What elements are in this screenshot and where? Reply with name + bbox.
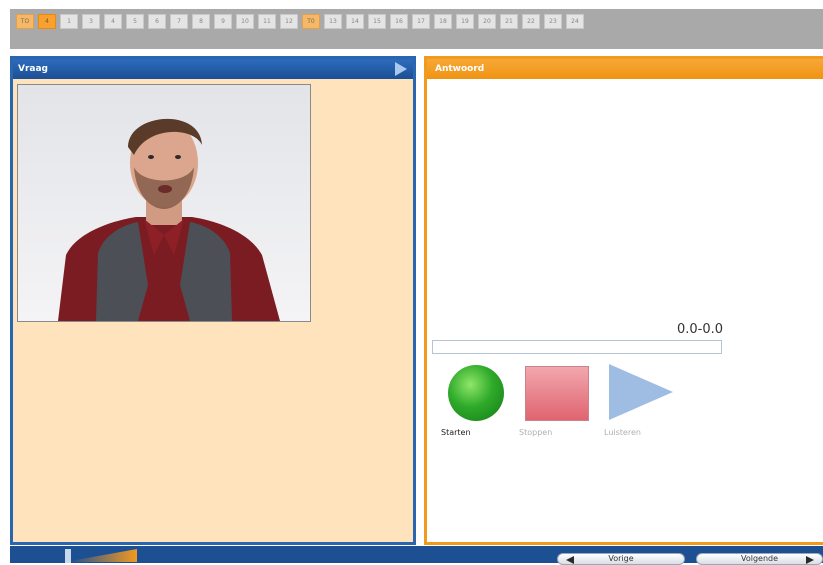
- question-tab[interactable]: T0: [302, 14, 320, 29]
- stop-label: Stoppen: [519, 428, 553, 437]
- next-button[interactable]: Volgende: [696, 553, 823, 565]
- answer-panel-title: Antwoord: [435, 64, 485, 74]
- question-panel-title: Vraag: [18, 64, 48, 74]
- question-tab[interactable]: 4: [104, 14, 122, 29]
- question-panel: Vraag: [10, 56, 416, 545]
- question-tab[interactable]: 17: [412, 14, 430, 29]
- question-tab[interactable]: 11: [258, 14, 276, 29]
- question-tab[interactable]: 21: [500, 14, 518, 29]
- question-tab[interactable]: 14: [346, 14, 364, 29]
- question-tab[interactable]: 4: [38, 14, 56, 29]
- presenter-video-frame: [18, 85, 310, 321]
- question-tab[interactable]: 9: [214, 14, 232, 29]
- volume-slider-thumb[interactable]: [65, 549, 71, 563]
- question-tab[interactable]: 12: [280, 14, 298, 29]
- previous-button[interactable]: Vorige: [557, 553, 685, 565]
- question-tab[interactable]: 5: [126, 14, 144, 29]
- time-readout: 0.0-0.0: [676, 322, 723, 337]
- question-tab[interactable]: 13: [324, 14, 342, 29]
- question-tab[interactable]: 3: [82, 14, 100, 29]
- listen-button[interactable]: [609, 364, 673, 420]
- next-button-label: Volgende: [740, 554, 779, 563]
- question-tab[interactable]: 15: [368, 14, 386, 29]
- question-tab[interactable]: 18: [434, 14, 452, 29]
- question-tab[interactable]: 19: [456, 14, 474, 29]
- question-tab[interactable]: 20: [478, 14, 496, 29]
- question-tab[interactable]: 16: [390, 14, 408, 29]
- record-label: Starten: [441, 428, 471, 437]
- listen-label: Luisteren: [604, 428, 641, 437]
- question-nav-bar: TO 4 1 3 4 5 6 7 8 9 10 11 12 T0 13 14 15 16 17 18 19 20 21 22 2…: [10, 9, 823, 49]
- question-tab[interactable]: 22: [522, 14, 540, 29]
- question-tab[interactable]: 1: [60, 14, 78, 29]
- question-tab[interactable]: 24: [566, 14, 584, 29]
- question-tab[interactable]: TO: [16, 14, 34, 29]
- question-tabs: TO 4 1 3 4 5 6 7 8 9 10 11 12 T0 13 14 15 16 17 18 19 20 21 22 2…: [16, 14, 584, 29]
- bottom-navigation-bar: Vorige Volgende: [10, 546, 823, 565]
- question-tab[interactable]: 8: [192, 14, 210, 29]
- question-tab[interactable]: 10: [236, 14, 254, 29]
- play-icon[interactable]: [395, 62, 407, 76]
- answer-panel: Antwoord 0.0-0.0 Starten Stoppen Luister…: [424, 56, 823, 545]
- volume-slider-track[interactable]: [65, 549, 137, 562]
- question-tab[interactable]: 23: [544, 14, 562, 29]
- question-panel-header: Vraag: [13, 59, 413, 79]
- answer-panel-header: Antwoord: [427, 59, 823, 79]
- question-tab[interactable]: 6: [148, 14, 166, 29]
- question-video[interactable]: [17, 84, 311, 322]
- question-tab[interactable]: 7: [170, 14, 188, 29]
- recording-progress-bar: [432, 340, 722, 354]
- record-button[interactable]: [448, 365, 504, 421]
- stop-button[interactable]: [525, 366, 589, 421]
- previous-button-label: Vorige: [608, 554, 634, 563]
